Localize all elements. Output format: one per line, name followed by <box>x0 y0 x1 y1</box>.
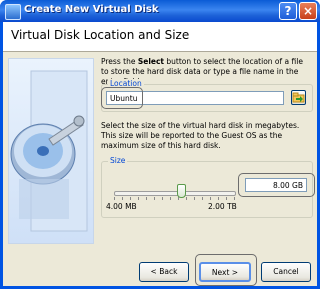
size-min-label: 4.00 MB <box>106 202 137 211</box>
slider-tick <box>122 197 123 200</box>
size-description: Select the size of the virtual hard disk… <box>101 121 300 150</box>
page-header: Virtual Disk Location and Size <box>3 22 317 52</box>
hard-disk-icon <box>10 70 88 232</box>
hard-disk-illustration <box>8 58 94 244</box>
size-slider-thumb[interactable] <box>177 184 186 198</box>
slider-tick <box>162 197 163 200</box>
back-button[interactable]: < Back <box>139 262 189 282</box>
cancel-button[interactable]: Cancel <box>261 262 311 282</box>
slider-tick <box>210 197 211 200</box>
slider-tick <box>114 197 115 200</box>
help-button[interactable]: ? <box>279 2 297 20</box>
size-max-label: 2.00 TB <box>208 202 237 211</box>
size-slider-track[interactable] <box>114 191 236 196</box>
slider-tick <box>202 197 203 200</box>
slider-tick <box>146 197 147 200</box>
app-icon <box>5 4 21 20</box>
window-title: Create New Virtual Disk <box>24 4 159 15</box>
title-bar[interactable]: Create New Virtual Disk ? × <box>0 0 320 22</box>
size-highlight <box>238 173 315 197</box>
slider-tick <box>130 197 131 200</box>
dialog-window: Create New Virtual Disk ? × Virtual Disk… <box>0 0 320 289</box>
select-file-button[interactable] <box>291 90 306 105</box>
size-group-label: Size <box>108 156 128 165</box>
close-button[interactable]: × <box>299 2 317 20</box>
slider-tick <box>218 197 219 200</box>
page-title: Virtual Disk Location and Size <box>11 28 190 42</box>
slider-tick <box>154 197 155 200</box>
location-highlight <box>101 87 143 109</box>
folder-browse-icon <box>292 92 305 103</box>
next-button[interactable]: Next > <box>199 262 251 282</box>
slider-tick <box>138 197 139 200</box>
slider-tick <box>186 197 187 200</box>
slider-tick <box>226 197 227 200</box>
slider-tick <box>234 197 235 200</box>
slider-tick <box>194 197 195 200</box>
slider-tick <box>170 197 171 200</box>
